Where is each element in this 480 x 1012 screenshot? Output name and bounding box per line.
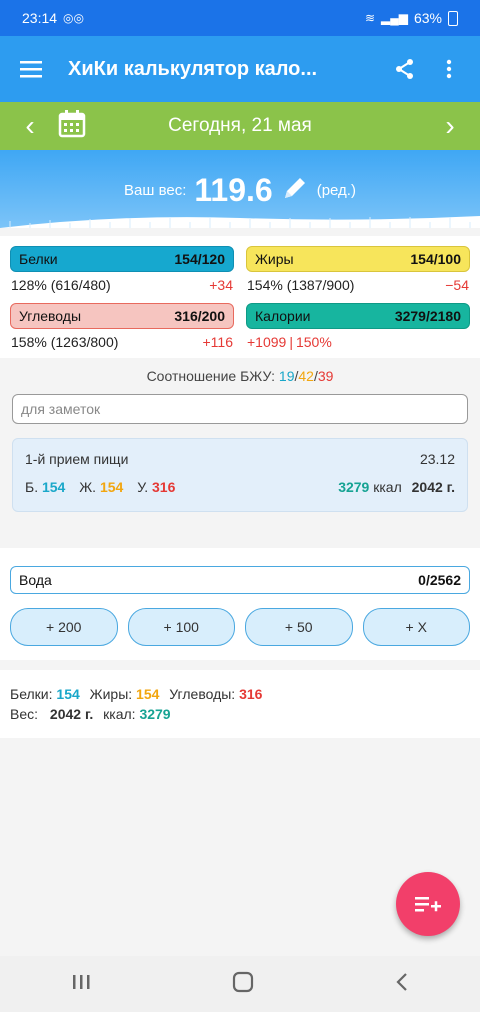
water-add-100-button[interactable]: + 100: [127, 608, 235, 646]
more-options-icon[interactable]: [434, 59, 464, 79]
protein-label: Белки: [19, 251, 58, 267]
app-title: ХиКи калькулятор кало...: [68, 57, 318, 80]
water-bar[interactable]: Вода 0/2562: [10, 566, 470, 594]
carbs-percent: 158% (1263/800): [11, 334, 119, 350]
battery-icon: [448, 10, 458, 26]
totals-weight-label: Вес:: [10, 706, 39, 722]
calories-delta: +1099: [247, 334, 287, 350]
fat-percent: 154% (1387/900): [247, 277, 355, 293]
totals-carbs-label: Углеводы:: [169, 686, 236, 702]
carbs-delta: +116: [202, 334, 234, 350]
back-icon[interactable]: [395, 972, 409, 997]
totals-fat: 154: [136, 686, 160, 702]
carbs-block: Углеводы 316/200 158% (1263/800) +116: [10, 303, 234, 350]
meal-fat-label: Ж.: [79, 479, 97, 495]
fat-pill[interactable]: Жиры 154/100: [246, 246, 470, 272]
ruler-decoration: [0, 216, 480, 228]
notification-icon: ◎◎: [63, 11, 84, 25]
protein-pill[interactable]: Белки 154/120: [10, 246, 234, 272]
water-add-50-button[interactable]: + 50: [245, 608, 353, 646]
meal-kcal: 3279: [338, 479, 370, 495]
weight-panel: Ваш вес: 119.6 (ред.): [0, 150, 480, 228]
status-time: 23:14: [22, 10, 58, 26]
ratio-line: Соотношение БЖУ: 19/42/39: [0, 358, 480, 394]
calendar-icon[interactable]: [58, 109, 86, 143]
meal-section: 1-й прием пищи 23.12 Б. 154 Ж. 154 У. 31…: [0, 438, 480, 536]
ratio-carbs: 39: [317, 368, 334, 384]
macros-panel: Белки 154/120 128% (616/480) +34 Жиры 15…: [0, 236, 480, 358]
water-label: Вода: [19, 572, 52, 588]
wifi-icon: ≋: [364, 11, 375, 25]
calories-value: 3279/2180: [394, 308, 461, 324]
next-day-button[interactable]: ›: [432, 110, 468, 142]
meal-carbs: 316: [152, 479, 176, 495]
meal-weight: 2042 г.: [411, 479, 455, 495]
prev-day-button[interactable]: ‹: [12, 110, 48, 142]
system-nav-bar: [0, 956, 480, 1012]
totals-weight: 2042 г.: [49, 706, 94, 722]
carbs-pill[interactable]: Углеводы 316/200: [10, 303, 234, 329]
meal-carbs-label: У.: [137, 479, 149, 495]
protein-block: Белки 154/120 128% (616/480) +34: [10, 246, 234, 293]
meal-title: 1-й прием пищи: [25, 451, 129, 467]
meal-protein-label: Б.: [25, 479, 39, 495]
ratio-fat: 42: [298, 368, 314, 384]
water-add-custom-button[interactable]: + X: [362, 608, 470, 646]
water-value: 0/2562: [418, 572, 461, 588]
carbs-label: Углеводы: [19, 308, 82, 324]
totals-protein-label: Белки:: [10, 686, 53, 702]
date-bar: ‹ Сегодня, 21 мая ›: [0, 102, 480, 150]
totals-kcal: 3279: [139, 706, 171, 722]
add-meal-fab[interactable]: [396, 872, 460, 936]
ratio-label: Соотношение БЖУ:: [146, 368, 276, 384]
battery-percent: 63%: [413, 10, 442, 26]
add-list-icon: [415, 897, 441, 912]
weight-label: Ваш вес:: [124, 182, 187, 199]
edit-weight-link[interactable]: (ред.): [317, 182, 356, 199]
protein-value: 154/120: [174, 251, 225, 267]
water-panel: Вода 0/2562 + 200 + 100 + 50 + X: [0, 548, 480, 660]
meal-protein: 154: [41, 479, 66, 495]
totals-protein: 154: [56, 686, 80, 702]
recent-apps-icon[interactable]: [71, 973, 91, 996]
pencil-icon[interactable]: [281, 174, 309, 207]
calories-label: Калории: [255, 308, 311, 324]
meal-kcal-unit: ккал: [373, 479, 402, 495]
meal-card[interactable]: 1-й прием пищи 23.12 Б. 154 Ж. 154 У. 31…: [12, 438, 468, 512]
protein-percent: 128% (616/480): [11, 277, 111, 293]
water-add-200-button[interactable]: + 200: [10, 608, 118, 646]
totals-carbs: 316: [239, 686, 263, 702]
protein-delta: +34: [209, 277, 233, 293]
totals-panel: Белки: 154 Жиры: 154 Углеводы: 316 Вес: …: [0, 670, 480, 738]
calories-block: Калории 3279/2180 +1099 | 150%: [246, 303, 470, 350]
home-icon[interactable]: [232, 971, 254, 998]
calories-separator: |: [289, 334, 293, 350]
calories-pill[interactable]: Калории 3279/2180: [246, 303, 470, 329]
fat-delta: −54: [445, 277, 469, 293]
signal-icon: ▂▄▆: [381, 11, 408, 25]
meal-time: 23.12: [419, 451, 455, 467]
fat-block: Жиры 154/100 154% (1387/900) −54: [246, 246, 470, 293]
menu-icon[interactable]: [16, 60, 46, 78]
carbs-value: 316/200: [174, 308, 225, 324]
calories-percent: 150%: [295, 334, 332, 350]
status-bar: 23:14 ◎◎ ≋ ▂▄▆ 63%: [0, 0, 480, 36]
weight-value: 119.6: [194, 172, 273, 208]
notes-field[interactable]: для заметок: [12, 394, 468, 424]
app-bar: ХиКи калькулятор кало...: [0, 36, 480, 102]
fat-value: 154/100: [410, 251, 461, 267]
meal-fat: 154: [99, 479, 124, 495]
totals-kcal-label: ккал:: [103, 706, 136, 722]
fat-label: Жиры: [255, 251, 294, 267]
share-icon[interactable]: [390, 58, 420, 80]
ratio-protein: 19: [278, 368, 295, 384]
totals-fat-label: Жиры:: [89, 686, 133, 702]
